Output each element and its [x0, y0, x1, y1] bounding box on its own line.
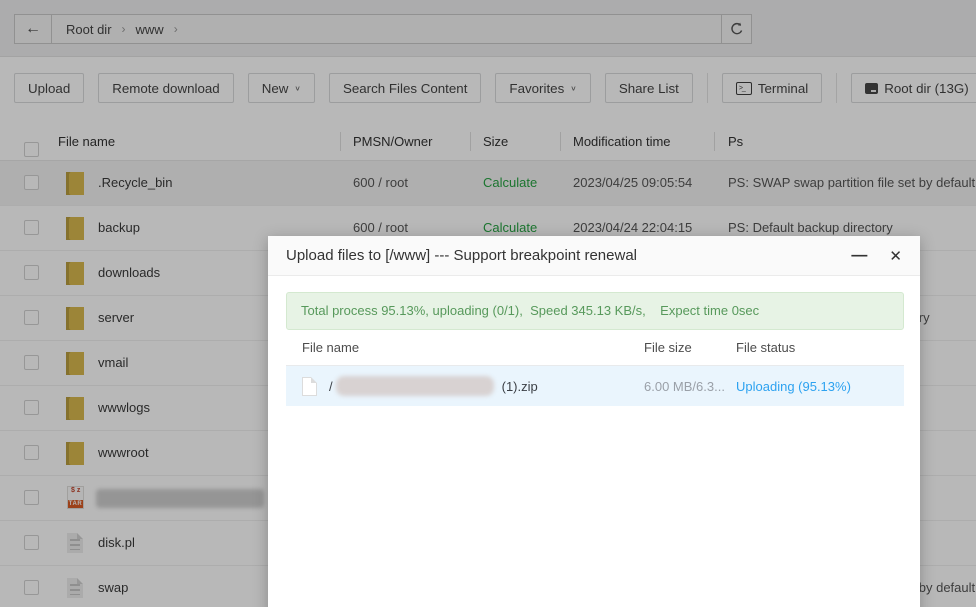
modal-title: Upload files to [/www] --- Support break… [286, 247, 637, 264]
upload-file-size: 6.00 MB/6.3... [644, 378, 725, 394]
upload-file-status[interactable]: Uploading (95.13%) [736, 379, 904, 394]
upload-modal: Upload files to [/www] --- Support break… [268, 236, 920, 607]
upload-table-header: File name File size File status [286, 330, 904, 366]
upload-progress-notice: Total process 95.13%, uploading (0/1), S… [286, 292, 904, 330]
file-name-suffix: (1).zip [501, 378, 538, 394]
upload-row[interactable]: / (1).zip 6.00 MB/6.3... Uploading (95.1… [286, 366, 904, 406]
upload-file-name: / (1).zip [286, 376, 644, 396]
header-file-name: File name [302, 340, 360, 355]
file-icon [302, 376, 317, 396]
upload-table: File name File size File status / (1).zi… [286, 330, 904, 406]
blurred-file-name [335, 376, 494, 396]
header-file-size: File size [644, 340, 692, 355]
modal-title-bar: Upload files to [/www] --- Support break… [268, 236, 920, 276]
header-file-status: File status [736, 340, 796, 355]
minimize-icon[interactable]: — [851, 247, 867, 265]
close-icon[interactable]: ✕ [889, 247, 902, 265]
file-name-prefix: / [329, 378, 333, 394]
